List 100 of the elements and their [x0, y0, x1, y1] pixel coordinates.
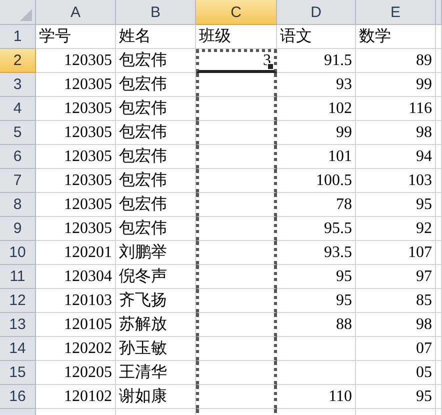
- table-cell[interactable]: 93.5: [277, 241, 356, 265]
- table-cell[interactable]: 包宏伟: [116, 73, 196, 97]
- table-cell[interactable]: [196, 289, 277, 313]
- row-header[interactable]: 1: [0, 25, 36, 49]
- table-cell[interactable]: 包宏伟: [116, 97, 196, 121]
- column-header[interactable]: E: [356, 0, 436, 25]
- table-cell[interactable]: 95: [356, 385, 436, 409]
- row-header[interactable]: 14: [0, 337, 36, 361]
- table-cell[interactable]: 包宏伟: [116, 145, 196, 169]
- table-cell[interactable]: 刘鹏举: [116, 241, 196, 265]
- table-cell[interactable]: [196, 241, 277, 265]
- table-cell[interactable]: 85: [356, 289, 436, 313]
- table-cell[interactable]: 101: [277, 145, 356, 169]
- column-header[interactable]: D: [277, 0, 356, 25]
- table-cell[interactable]: 包宏伟: [116, 49, 196, 73]
- table-cell[interactable]: 99: [277, 121, 356, 145]
- table-cell[interactable]: 120102: [36, 385, 116, 409]
- table-cell[interactable]: 98: [356, 313, 436, 337]
- row-header[interactable]: 2: [0, 49, 36, 73]
- table-cell[interactable]: 95: [277, 265, 356, 289]
- row-header[interactable]: 9: [0, 217, 36, 241]
- table-cell[interactable]: 107: [356, 241, 436, 265]
- table-cell[interactable]: 120305: [36, 193, 116, 217]
- table-cell[interactable]: 78: [277, 193, 356, 217]
- column-header[interactable]: C: [196, 0, 277, 25]
- table-cell[interactable]: 95: [277, 289, 356, 313]
- table-cell[interactable]: 116: [356, 97, 436, 121]
- table-cell[interactable]: 学号: [36, 25, 116, 49]
- row-header[interactable]: 13: [0, 313, 36, 337]
- table-cell[interactable]: 120103: [36, 289, 116, 313]
- column-header[interactable]: B: [116, 0, 196, 25]
- table-cell[interactable]: [196, 265, 277, 289]
- table-cell[interactable]: [196, 361, 277, 385]
- row-header[interactable]: 5: [0, 121, 36, 145]
- table-cell[interactable]: 谢如康: [116, 385, 196, 409]
- table-cell[interactable]: [196, 121, 277, 145]
- table-cell[interactable]: 05: [356, 361, 436, 385]
- table-cell[interactable]: 数学: [356, 25, 436, 49]
- table-cell[interactable]: [196, 145, 277, 169]
- table-cell[interactable]: 包宏伟: [116, 169, 196, 193]
- table-cell[interactable]: 99: [356, 73, 436, 97]
- table-cell[interactable]: 94: [356, 145, 436, 169]
- table-cell[interactable]: [196, 217, 277, 241]
- table-cell[interactable]: 88: [277, 313, 356, 337]
- table-cell[interactable]: 120305: [36, 73, 116, 97]
- table-cell[interactable]: 班级: [196, 25, 277, 49]
- table-cell[interactable]: 91.5: [277, 49, 356, 73]
- table-cell[interactable]: 包宏伟: [116, 193, 196, 217]
- table-cell[interactable]: 包宏伟: [116, 217, 196, 241]
- column-header[interactable]: A: [36, 0, 116, 25]
- table-cell[interactable]: 93: [277, 73, 356, 97]
- table-cell[interactable]: 120305: [36, 169, 116, 193]
- table-cell[interactable]: 包宏伟: [116, 121, 196, 145]
- table-cell[interactable]: 120105: [36, 313, 116, 337]
- table-cell[interactable]: 07: [356, 337, 436, 361]
- table-cell[interactable]: 102: [277, 97, 356, 121]
- row-header[interactable]: 3: [0, 73, 36, 97]
- table-cell[interactable]: 语文: [277, 25, 356, 49]
- table-cell[interactable]: 120305: [36, 217, 116, 241]
- table-cell[interactable]: 120304: [36, 265, 116, 289]
- table-cell[interactable]: 97: [356, 265, 436, 289]
- table-cell[interactable]: 100.5: [277, 169, 356, 193]
- select-all-button[interactable]: [0, 0, 36, 25]
- table-cell[interactable]: 103: [356, 169, 436, 193]
- table-cell[interactable]: 95: [356, 193, 436, 217]
- table-cell[interactable]: 120305: [36, 49, 116, 73]
- row-header[interactable]: 6: [0, 145, 36, 169]
- table-cell[interactable]: [196, 73, 277, 97]
- table-cell[interactable]: [196, 337, 277, 361]
- row-header[interactable]: 16: [0, 385, 36, 409]
- column-header[interactable]: [436, 0, 442, 25]
- row-header[interactable]: 10: [0, 241, 36, 265]
- table-cell[interactable]: 王清华: [116, 361, 196, 385]
- table-cell[interactable]: [196, 193, 277, 217]
- table-cell[interactable]: 齐飞扬: [116, 289, 196, 313]
- row-header[interactable]: 12: [0, 289, 36, 313]
- table-cell[interactable]: [196, 313, 277, 337]
- table-cell[interactable]: 110: [277, 385, 356, 409]
- table-cell[interactable]: 姓名: [116, 25, 196, 49]
- table-cell[interactable]: [196, 97, 277, 121]
- table-cell[interactable]: 苏解放: [116, 313, 196, 337]
- table-cell[interactable]: 98: [356, 121, 436, 145]
- table-cell[interactable]: 120305: [36, 145, 116, 169]
- row-header[interactable]: 11: [0, 265, 36, 289]
- table-cell[interactable]: 89: [356, 49, 436, 73]
- table-cell[interactable]: 95.5: [277, 217, 356, 241]
- row-header[interactable]: 7: [0, 169, 36, 193]
- row-header[interactable]: 15: [0, 361, 36, 385]
- table-cell[interactable]: [196, 169, 277, 193]
- table-cell[interactable]: 120201: [36, 241, 116, 265]
- table-cell[interactable]: 92: [356, 217, 436, 241]
- table-cell[interactable]: 120305: [36, 97, 116, 121]
- table-cell[interactable]: 120305: [36, 121, 116, 145]
- table-cell[interactable]: [196, 385, 277, 409]
- table-cell[interactable]: 120205: [36, 361, 116, 385]
- table-cell[interactable]: 120202: [36, 337, 116, 361]
- table-cell[interactable]: 孙玉敏: [116, 337, 196, 361]
- table-cell[interactable]: 倪冬声: [116, 265, 196, 289]
- row-header[interactable]: 8: [0, 193, 36, 217]
- row-header[interactable]: 4: [0, 97, 36, 121]
